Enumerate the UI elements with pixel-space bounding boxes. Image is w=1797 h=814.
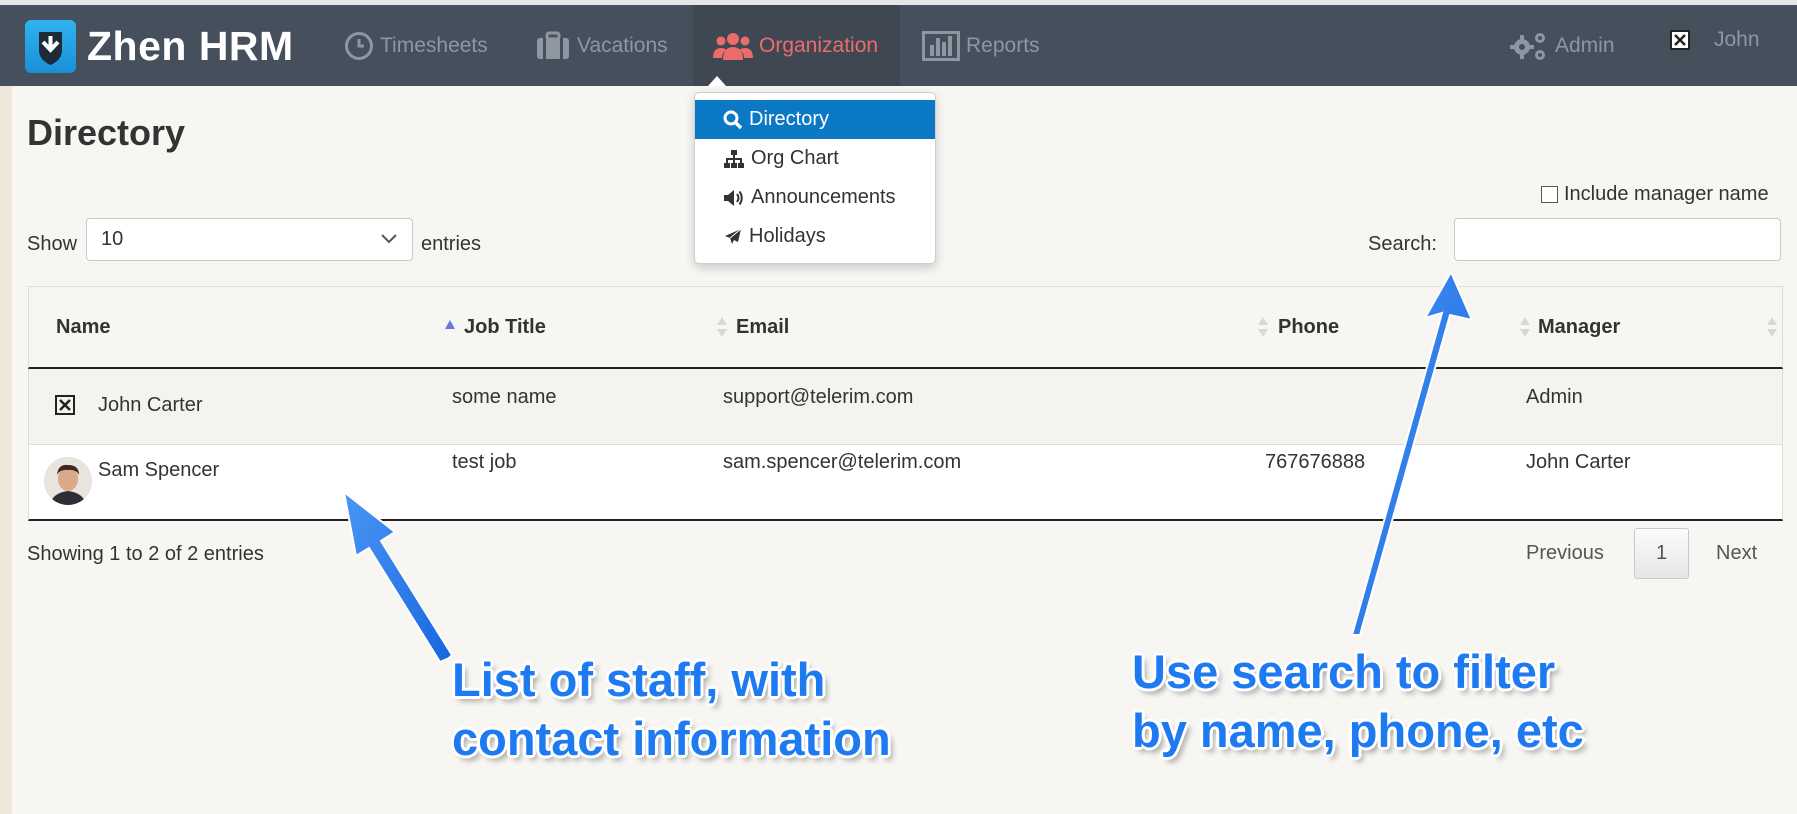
table-header: Name Job Title Email Phone Manager (28, 286, 1783, 369)
menu-item-org-chart[interactable]: Org Chart (695, 139, 935, 178)
column-manager-label: Manager (1538, 316, 1621, 338)
column-header-manager[interactable]: Manager (1538, 287, 1784, 368)
nav-organization[interactable]: Organization (693, 5, 900, 86)
callout-search-line2: by name, phone, etc (1132, 704, 1584, 757)
search-input[interactable] (1454, 218, 1781, 261)
page-1-button[interactable]: 1 (1634, 528, 1689, 579)
column-name-label: Name (56, 316, 111, 338)
previous-button[interactable]: Previous (1526, 528, 1604, 579)
users-icon (713, 30, 753, 62)
column-phone-label: Phone (1278, 316, 1340, 338)
menu-item-directory[interactable]: Directory (695, 100, 935, 139)
nav-vacations-label: Vacations (577, 33, 668, 57)
sort-both-icon (716, 316, 728, 344)
cell-manager: Admin (1526, 386, 1583, 408)
callout-search-line1: Use search to filter (1132, 645, 1556, 698)
suitcase-icon (535, 31, 571, 61)
nav-vacations[interactable]: Vacations (535, 5, 668, 86)
menu-item-holidays[interactable]: Holidays (695, 217, 935, 256)
bullhorn-icon (723, 188, 745, 208)
navbar: Zhen HRM Timesheets Vacations Organizati… (0, 5, 1797, 86)
left-strip (0, 86, 12, 814)
bar-chart-icon (922, 30, 960, 61)
sitemap-icon (723, 149, 745, 169)
nav-reports[interactable]: Reports (922, 5, 1040, 86)
dropdown-caret (708, 76, 726, 86)
nav-reports-label: Reports (966, 33, 1040, 57)
cell-job-title: test job (452, 451, 517, 473)
column-header-phone[interactable]: Phone (1278, 287, 1538, 368)
include-manager-label: Include manager name (1564, 183, 1769, 205)
menu-item-directory-label: Directory (749, 108, 830, 130)
column-header-email[interactable]: Email (736, 287, 1276, 368)
shield-icon (39, 32, 62, 65)
cell-email[interactable]: support@telerim.com (723, 386, 913, 409)
nav-timesheets-label: Timesheets (380, 33, 488, 57)
next-button[interactable]: Next (1716, 528, 1757, 579)
column-header-name[interactable]: Name (56, 287, 455, 368)
cell-email[interactable]: sam.spencer@telerim.com (723, 451, 961, 474)
menu-item-org-chart-label: Org Chart (751, 147, 839, 169)
menu-item-announcements[interactable]: Announcements (695, 178, 935, 217)
column-header-job-title[interactable]: Job Title (464, 287, 734, 368)
callout-staff-list: List of staff, with contact information (452, 650, 891, 768)
brand-name[interactable]: Zhen HRM (87, 23, 294, 70)
sort-both-icon (1519, 316, 1531, 344)
entries-select-value: 10 (101, 228, 124, 250)
clock-icon (344, 31, 374, 61)
column-email-label: Email (736, 316, 790, 338)
show-label: Show (27, 233, 78, 255)
callout-staff-line1: List of staff, with (452, 653, 826, 706)
organization-dropdown: Directory Org Chart Announcements Holida… (694, 92, 936, 264)
table-row[interactable]: Sam Spencer test job sam.spencer@telerim… (28, 445, 1783, 521)
include-manager-option[interactable]: Include manager name (1541, 183, 1769, 206)
gears-icon (1509, 30, 1549, 62)
nav-organization-label: Organization (759, 33, 879, 57)
cell-job-title: some name (452, 386, 557, 408)
menu-item-announcements-label: Announcements (751, 186, 896, 208)
search-icon (723, 110, 743, 130)
broken-image-icon (55, 395, 75, 415)
user-name: John (1714, 27, 1760, 51)
cell-name: Sam Spencer (98, 459, 220, 481)
cell-phone: 767676888 (1265, 451, 1366, 473)
callout-staff-line2: contact information (452, 712, 891, 765)
user-menu[interactable]: John (1670, 0, 1760, 80)
broken-image-icon (1670, 29, 1690, 50)
column-job-title-label: Job Title (464, 316, 546, 338)
avatar (44, 457, 92, 505)
plane-icon (723, 227, 743, 247)
cell-manager: John Carter (1526, 451, 1631, 473)
sort-both-icon (1766, 316, 1778, 344)
entries-label: entries (421, 233, 482, 255)
cell-name: John Carter (98, 394, 203, 416)
table-row[interactable]: John Carter some name support@telerim.co… (28, 369, 1783, 445)
brand-logo[interactable] (25, 20, 76, 73)
search-label: Search: (1368, 233, 1437, 255)
callout-search: Use search to filter by name, phone, etc (1132, 642, 1584, 760)
sort-both-icon (1257, 316, 1269, 344)
sort-ascending-icon (444, 314, 456, 337)
table-info: Showing 1 to 2 of 2 entries (27, 543, 264, 565)
include-manager-checkbox[interactable] (1541, 186, 1558, 203)
menu-item-holidays-label: Holidays (749, 225, 826, 247)
nav-admin[interactable]: Admin (1509, 5, 1615, 86)
entries-select[interactable]: 10 (86, 218, 413, 261)
chevron-down-icon (380, 229, 398, 253)
nav-timesheets[interactable]: Timesheets (344, 5, 488, 86)
page-title: Directory (27, 112, 186, 153)
nav-admin-label: Admin (1555, 33, 1615, 57)
